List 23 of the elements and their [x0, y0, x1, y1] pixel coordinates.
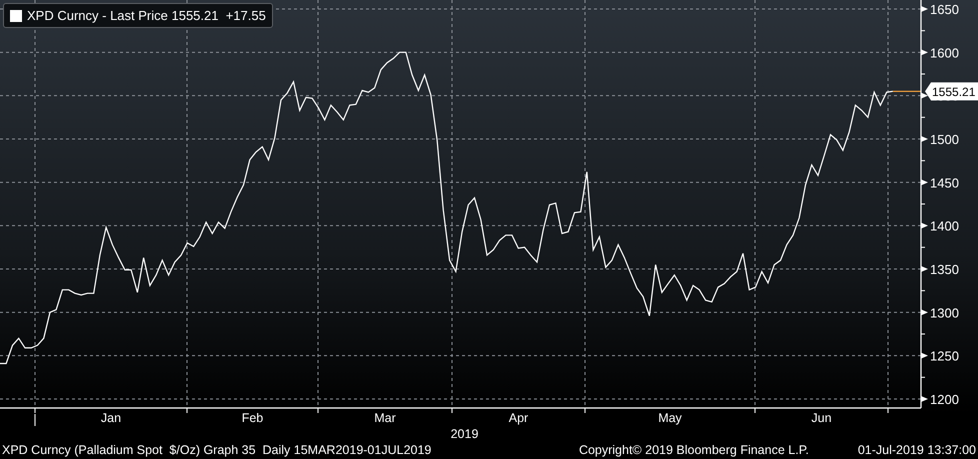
legend-text: XPD Curncy - Last Price 1555.21 +17.55 [27, 8, 266, 23]
axis-label: May [658, 411, 682, 425]
axis-label: Jan [100, 411, 122, 425]
axis-label: 1200 [930, 392, 959, 407]
axis-label: 1600 [930, 45, 959, 60]
axis-label: Apr [508, 411, 528, 425]
chart-description: XPD Curncy (Palladium Spot $/Oz) Graph 35 Daily 15MAR2019-01JUL2019 [2, 442, 432, 456]
axis-label: 1350 [930, 262, 959, 277]
axis-label: 1450 [930, 175, 959, 190]
axis-label: 1300 [930, 305, 959, 320]
price-tag: 1555.21 [925, 82, 978, 100]
year-label: 2019 [450, 427, 478, 440]
last-price-line [892, 90, 921, 92]
axis-label: Jun [811, 411, 832, 425]
axis-label: Mar [374, 411, 396, 425]
axis-label: 1650 [930, 2, 959, 18]
axis-label: 1400 [930, 218, 959, 234]
axis-label: 1250 [930, 348, 959, 364]
axis-label: 1500 [930, 132, 959, 147]
copyright-text: Copyright© 2019 Bloomberg Finance L.P. [578, 442, 809, 456]
axis-label: Feb [242, 411, 264, 425]
timestamp: 01-Jul-2019 13:37:00 [858, 442, 976, 456]
series-swatch-icon [10, 10, 22, 22]
